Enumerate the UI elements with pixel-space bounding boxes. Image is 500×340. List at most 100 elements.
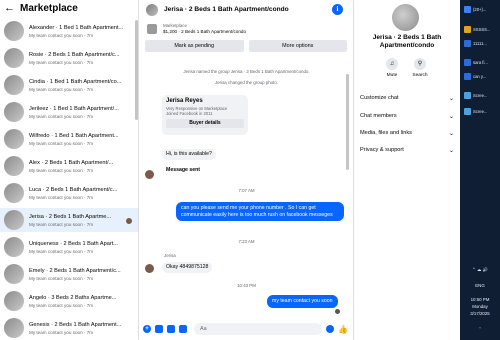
search-button[interactable]: ⚲ Search [409,58,431,78]
customize-chat-row[interactable]: Customize chat ⌄ [360,92,454,104]
mark-as-pending-button[interactable]: Mark as pending [145,40,244,52]
chevron-down-icon: ⌄ [448,113,454,120]
conversation-item[interactable]: Cindia · 1 Bed 1 Bath Apartment/co... My … [0,73,138,97]
conversation-name: Uniqueness · 2 Beds 1 Bath Apart... [29,240,118,247]
taskbar-app[interactable]: can y... [464,70,498,82]
like-icon[interactable]: 👍 [338,325,348,334]
mute-button[interactable]: ♫ Mute [381,58,403,78]
taskbar-label: Scree... [473,92,488,98]
avatar [4,237,24,257]
word-icon [464,72,471,80]
outgoing-message: can you please send me your phone number… [176,202,344,222]
back-arrow-icon[interactable]: ← [4,2,15,14]
incoming-message: Hi, is this available? [162,149,216,160]
sender-avatar [145,170,154,179]
taskbar-app[interactable]: SSSSS... [464,23,498,35]
system-message: Jerisa named the group Jerisa · 2 Beds 1… [183,69,310,74]
marketplace-label: Marketplace [163,23,187,28]
row-label: Customize chat [360,95,399,101]
avatar [4,21,24,41]
clock-time[interactable]: 10:50 PM [460,297,500,302]
photo-icon[interactable] [155,325,163,333]
listing-thumbnail[interactable] [147,23,157,34]
message-thread-scrollbar[interactable] [346,74,349,170]
conversation-name: Rosie · 2 Beds 1 Bath Apartment/c... [29,51,120,58]
sticker-icon[interactable] [167,325,175,333]
row-label: Media, files and links [360,130,412,136]
message-composer: + Aa 👍 [139,320,353,338]
conversation-name: Genesis · 2 Beds 1 Bath Apartment... [29,321,122,328]
timestamp: 7:07 AM [238,188,255,193]
conversation-list-panel: ← Marketplace Alexander · 1 Bed 1 Bath A… [0,0,139,340]
privacy-support-row[interactable]: Privacy & support ⌄ [360,144,454,156]
chat-title[interactable]: Jerisa · 2 Beds 1 Bath Apartment/condo [164,6,289,13]
conversation-list-scrollbar[interactable] [135,20,138,120]
plus-icon[interactable]: + [143,325,151,333]
conversation-item[interactable]: Luca · 2 Beds 1 Bath Apartment/c... My te… [0,181,138,205]
media-files-links-row[interactable]: Media, files and links ⌄ [360,127,454,139]
conversation-preview: My team contact you soon · 7m [29,59,94,65]
gif-icon[interactable] [179,325,187,333]
chat-members-row[interactable]: Chat members ⌄ [360,110,454,122]
conversation-item[interactable]: Genesis · 2 Beds 1 Bath Apartment... My t… [0,316,138,340]
row-label: Chat members [360,113,397,119]
taskbar-label: (20+)... [473,6,487,12]
search-label: Search [412,73,428,78]
details-title: Jerisa · 2 Beds 1 Bath Apartment/condo [372,34,442,49]
taskbar-app[interactable]: Scree... [464,105,498,117]
notification-icon[interactable]: ▫ [460,325,500,330]
outgoing-message: my team contact you soon [267,295,338,308]
avatar [4,129,24,149]
conversation-preview: My team contact you soon · 7m [29,275,94,281]
buyer-joined: Joined Facebook in 2011 [166,111,213,117]
word-icon [464,58,471,66]
language-indicator[interactable]: ENG [460,283,500,288]
conversation-item[interactable]: Emely · 2 Beds 1 Bath Apartment/c... My t… [0,262,138,286]
conversation-item[interactable]: Jerileez · 1 Bed 1 Bath Apartment/... My … [0,100,138,124]
more-options-button[interactable]: More options [248,40,347,52]
taskbar-label: SSSSS... [473,26,491,32]
conversation-item[interactable]: Angelo · 3 Beds 2 Baths Apartme... My tea… [0,289,138,313]
clock-date[interactable]: 3/17/2025 [460,311,500,316]
conversation-preview: My team contact you soon · 7m [29,248,94,254]
conversation-item[interactable]: Alexander · 1 Bed 1 Bath Apartment... My … [0,19,138,43]
conversation-item[interactable]: Alex · 2 Beds 1 Bath Apartment/... My tea… [0,154,138,178]
snipping-tool-icon [464,107,471,115]
buyer-details-button[interactable]: Buyer details [166,119,244,129]
emoji-icon[interactable] [326,325,334,333]
taskbar-app[interactable]: Scree... [464,89,498,101]
clock-day[interactable]: Monday [460,304,500,309]
info-icon[interactable]: i [332,4,343,15]
listing-title[interactable]: $1,200 · 2 Beds 1 Bath Apartment/condo [163,29,246,34]
conversation-name: Luca · 2 Beds 1 Bath Apartment/c... [29,186,118,193]
chat-panel: Jerisa · 2 Beds 1 Bath Apartment/condo i… [139,0,354,340]
browser-icon [464,5,471,13]
taskbar-app[interactable]: 11111... [464,37,498,49]
conversation-item[interactable]: Wilfredo · 1 Bed 1 Bath Apartment... My t… [0,127,138,151]
conversation-item-active[interactable]: Jerisa · 2 Beds 1 Bath Apartme... My team… [0,208,138,232]
system-tray-icons[interactable]: ⌃ ☁ 🔊 [460,267,500,273]
chat-header: Jerisa · 2 Beds 1 Bath Apartment/condo i [139,0,353,19]
message-thread: Jerisa named the group Jerisa · 2 Beds 1… [139,62,353,320]
taskbar-label: sara fi... [473,59,488,65]
timestamp: 7:23 AM [238,239,255,244]
taskbar-app[interactable]: (20+)... [464,3,498,15]
buyer-name: Jerisa Reyes [166,98,203,104]
search-icon: ⚲ [414,58,426,70]
chat-avatar[interactable] [146,3,158,16]
conversation-preview: My team contact you soon · 7m [29,32,94,38]
conversation-name: Alex · 2 Beds 1 Bath Apartment/... [29,159,114,166]
listing-summary: Marketplace $1,200 · 2 Beds 1 Bath Apart… [139,19,353,38]
conversation-item[interactable]: Uniqueness · 2 Beds 1 Bath Apart... My te… [0,235,138,259]
taskbar-label: Scree... [473,108,488,114]
conversation-preview: My team contact you soon · 7m [29,329,94,335]
message-input[interactable]: Aa [194,323,322,335]
taskbar-app[interactable]: sara fi... [464,56,498,68]
messenger-window: ← Marketplace Alexander · 1 Bed 1 Bath A… [0,0,500,340]
avatar [4,75,24,95]
mute-label: Mute [386,73,398,78]
conversation-name: Wilfredo · 1 Bed 1 Bath Apartment... [29,132,119,139]
conversation-preview: My team contact you soon · 7m [29,113,94,119]
listing-actions: Mark as pending More options [139,38,353,54]
conversation-item[interactable]: Rosie · 2 Beds 1 Bath Apartment/c... My t… [0,46,138,70]
